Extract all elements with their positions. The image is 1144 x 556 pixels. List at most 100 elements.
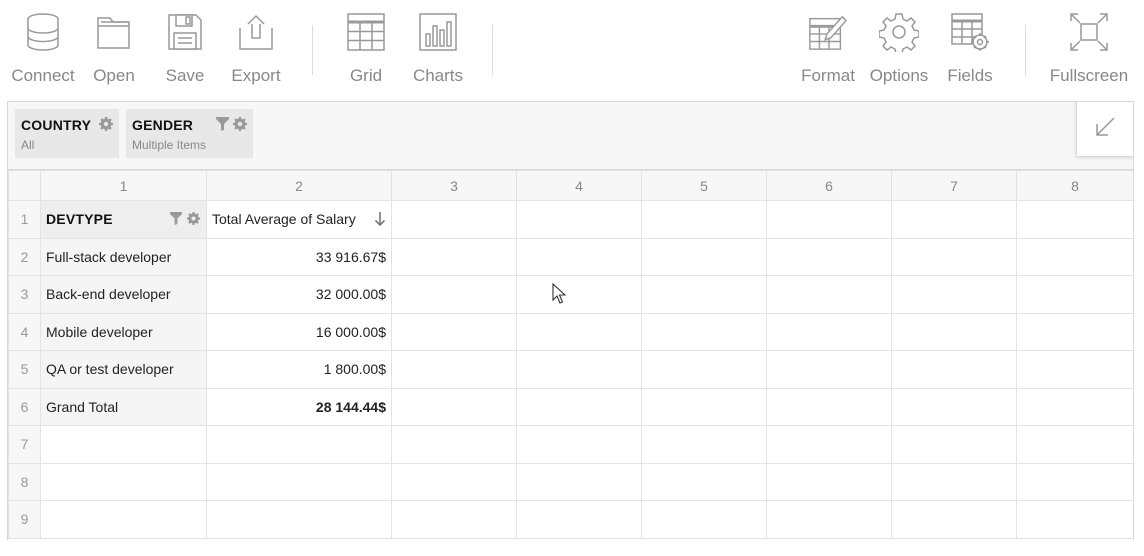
gear-icon[interactable] [187,212,200,228]
row-label-cell[interactable]: QA or test developer [40,350,207,389]
grand-total-label[interactable]: Grand Total [40,387,207,426]
empty-cell [516,275,642,314]
empty-cell [206,462,392,501]
row-label-cell[interactable]: Back-end developer [40,275,207,314]
format-button[interactable]: Format [798,0,858,100]
format-icon [808,10,848,54]
empty-cell [40,500,207,539]
empty-cell [641,350,767,389]
fullscreen-icon [1069,10,1109,54]
sort-descending-icon[interactable] [374,211,386,230]
export-button[interactable]: Export [226,0,286,100]
row-label-cell[interactable]: Full-stack developer [40,237,207,276]
empty-cell [766,312,892,351]
empty-cell [1016,237,1133,276]
gear-icon[interactable] [99,117,113,136]
empty-cell [891,237,1017,276]
collapse-filters-button[interactable] [1076,102,1133,157]
empty-cell [516,425,642,464]
empty-cell [641,237,767,276]
empty-cell [516,462,642,501]
folder-icon [94,10,134,54]
value-cell[interactable]: 33 916.67$ [206,237,392,276]
format-label: Format [801,66,855,85]
empty-cell [766,500,892,539]
fullscreen-label: Fullscreen [1049,66,1129,85]
empty-cell [391,275,517,314]
filter-chip-country[interactable]: COUNTRY All [15,109,119,158]
filter-funnel-icon[interactable] [170,212,182,228]
gear-icon [879,10,919,54]
empty-cell [641,462,767,501]
toolbar-separator [312,25,313,75]
empty-cell [391,425,517,464]
row-number: 6 [8,387,41,426]
grid-button[interactable]: Grid [341,0,391,100]
toolbar-separator [492,25,493,75]
empty-cell [1016,312,1133,351]
grand-total-value[interactable]: 28 144.44$ [206,387,392,426]
empty-cell [766,237,892,276]
open-label: Open [93,66,135,85]
empty-cell [891,350,1017,389]
measure-header-cell[interactable]: Total Average of Salary [206,200,392,239]
empty-cell [766,200,892,239]
empty-cell [766,275,892,314]
empty-cell [1016,425,1133,464]
pivot-table: COUNTRY All GENDER Multiple Items 1 2 3 … [7,101,1134,540]
table-row: 6 Grand Total 28 144.44$ [8,387,1133,426]
fullscreen-button[interactable]: Fullscreen [1046,0,1132,100]
empty-cell [391,387,517,426]
empty-cell [766,387,892,426]
empty-cell [766,425,892,464]
floppy-icon [165,10,205,54]
filter-chip-gender[interactable]: GENDER Multiple Items [126,109,253,158]
column-number: 6 [766,170,892,201]
table-row: 2 Full-stack developer 33 916.67$ [8,237,1133,276]
devtype-header-cell[interactable]: DEVTYPE [40,200,207,239]
mouse-cursor-icon [552,282,567,307]
export-icon [236,10,276,54]
row-number: 8 [8,462,41,501]
value-cell[interactable]: 16 000.00$ [206,312,392,351]
table-row: 3 Back-end developer 32 000.00$ [8,275,1133,314]
arrow-collapse-icon [1094,116,1116,143]
connect-label: Connect [11,66,75,85]
gear-icon[interactable] [233,117,247,136]
fields-label: Fields [947,66,993,85]
fields-icon [950,10,990,54]
row-number: 9 [8,500,41,539]
empty-cell [391,237,517,276]
table-row: 4 Mobile developer 16 000.00$ [8,312,1133,351]
fields-button[interactable]: Fields [942,0,998,100]
column-number: 3 [391,170,517,201]
charts-button[interactable]: Charts [407,0,469,100]
filter-chip-name: COUNTRY [21,117,92,133]
value-cell[interactable]: 32 000.00$ [206,275,392,314]
save-button[interactable]: Save [160,0,210,100]
column-number: 7 [891,170,1017,201]
filter-chip-value: All [21,138,35,152]
table-row: 9 [8,500,1133,539]
options-label: Options [869,66,929,85]
row-label-cell[interactable]: Mobile developer [40,312,207,351]
open-button[interactable]: Open [88,0,140,100]
filter-funnel-icon[interactable] [216,117,229,136]
value-cell[interactable]: 1 800.00$ [206,350,392,389]
grid-corner [8,170,41,201]
charts-label: Charts [412,66,464,85]
toolbar-separator [1025,25,1026,75]
row-number: 4 [8,312,41,351]
options-button[interactable]: Options [866,0,932,100]
grid-label: Grid [349,66,383,85]
empty-cell [891,387,1017,426]
row-number: 3 [8,275,41,314]
empty-cell [1016,387,1133,426]
report-filters-area: COUNTRY All GENDER Multiple Items [8,102,1133,170]
empty-cell [391,500,517,539]
connect-button[interactable]: Connect [8,0,78,100]
empty-cell [891,200,1017,239]
empty-cell [40,425,207,464]
pivot-grid: 1 2 3 4 5 6 7 8 1 DEVTYPE Total Average … [8,170,1133,539]
row-number: 5 [8,350,41,389]
